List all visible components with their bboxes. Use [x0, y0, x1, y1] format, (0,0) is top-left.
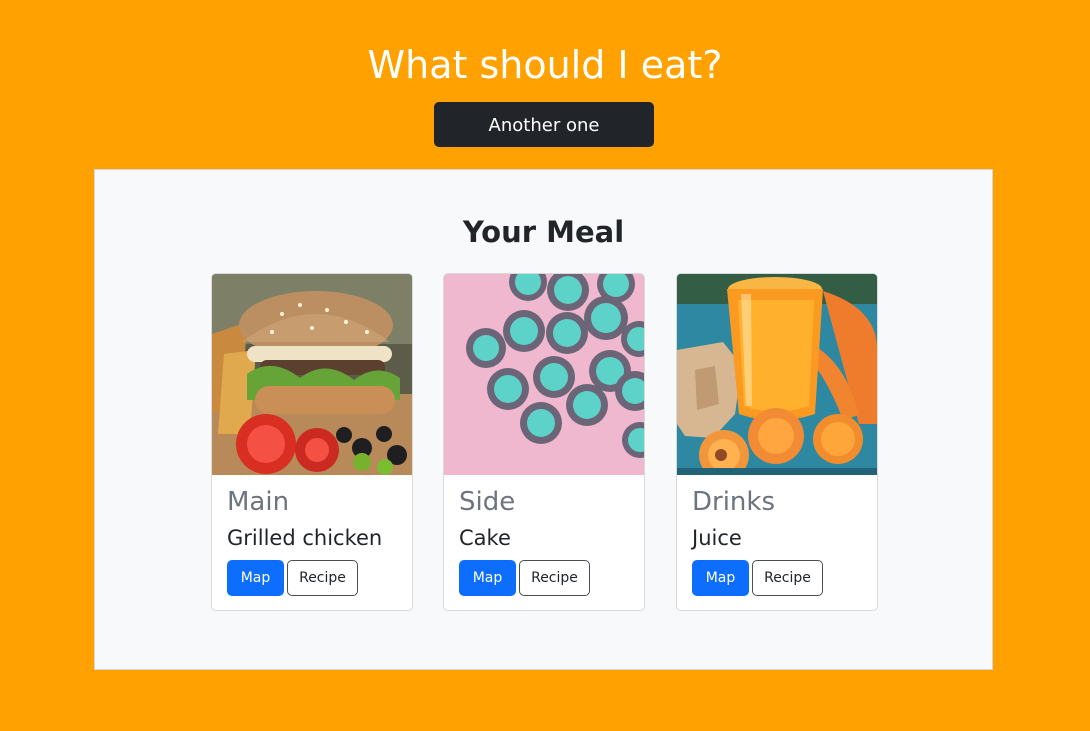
- map-button[interactable]: Map: [459, 560, 516, 596]
- meal-card-main: Main Grilled chicken Map Recipe: [211, 273, 413, 611]
- burger-image: [212, 274, 412, 475]
- card-body: Side Cake Map Recipe: [444, 475, 644, 610]
- another-one-button[interactable]: Another one: [434, 102, 654, 147]
- card-body: Drinks Juice Map Recipe: [677, 475, 877, 610]
- card-category-label: Main: [227, 487, 290, 517]
- meal-card-side: Side Cake Map Recipe: [443, 273, 645, 611]
- juice-image: [677, 274, 877, 475]
- card-dish-label: Juice: [692, 526, 742, 550]
- recipe-button[interactable]: Recipe: [752, 560, 823, 596]
- meal-card-drinks: Drinks Juice Map Recipe: [676, 273, 878, 611]
- map-button[interactable]: Map: [692, 560, 749, 596]
- page-title: What should I eat?: [367, 43, 723, 87]
- card-category-label: Side: [459, 487, 516, 517]
- map-button[interactable]: Map: [227, 560, 284, 596]
- meal-title: Your Meal: [462, 215, 625, 249]
- card-category-label: Drinks: [692, 487, 776, 517]
- meal-panel: Your Meal Main Grilled chicken Map Recip…: [94, 169, 993, 670]
- recipe-button[interactable]: Recipe: [287, 560, 358, 596]
- card-body: Main Grilled chicken Map Recipe: [212, 475, 412, 610]
- card-dish-label: Cake: [459, 526, 511, 550]
- recipe-button[interactable]: Recipe: [519, 560, 590, 596]
- card-dish-label: Grilled chicken: [227, 526, 383, 550]
- cupcakes-image: [444, 274, 644, 475]
